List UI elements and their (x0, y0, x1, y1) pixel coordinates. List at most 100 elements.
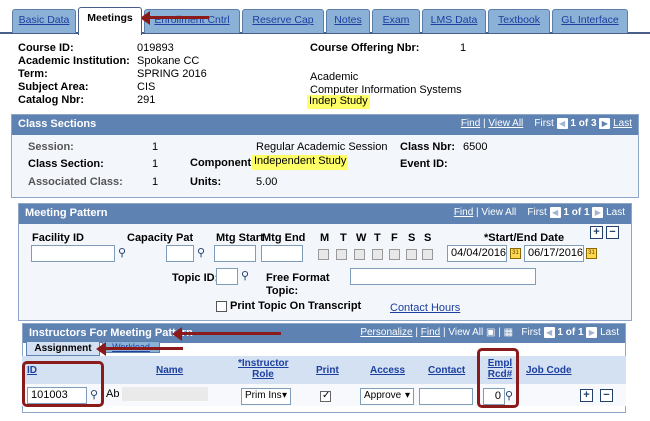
contact-hours-link[interactable]: Contact Hours (390, 302, 460, 314)
subtab-assignment[interactable]: Assignment (26, 341, 100, 356)
assoc-class-label: Associated Class: (28, 176, 123, 188)
course-id-label: Course ID: (18, 42, 74, 54)
topic-id-label: Topic ID: (172, 272, 219, 284)
prev-arrow-icon[interactable]: ◀ (549, 207, 561, 218)
day-checkbox-m[interactable] (318, 249, 329, 260)
name-redaction (122, 387, 208, 401)
col-name[interactable]: Name (156, 365, 183, 376)
col-print[interactable]: Print (316, 365, 339, 376)
day-checkbox-w[interactable] (354, 249, 365, 260)
instructors-first[interactable]: First (521, 327, 540, 338)
class-sections-range: 1 of 3 (570, 118, 597, 130)
contact-input[interactable] (419, 388, 473, 405)
next-arrow-icon[interactable]: ▶ (599, 118, 611, 129)
meeting-pattern-view-all[interactable]: View All (481, 207, 516, 218)
start-date-input[interactable]: 04/04/2016 (447, 245, 507, 262)
tab-basic-data[interactable]: Basic Data (12, 9, 76, 33)
pat-input[interactable] (166, 245, 194, 262)
class-sections-find-link[interactable]: Find (461, 118, 480, 129)
component-value: Independent Study (252, 155, 349, 170)
col-contact[interactable]: Contact (428, 365, 465, 376)
class-sections-view-all-link[interactable]: View All (488, 118, 523, 129)
subject-label: Subject Area: (18, 81, 89, 93)
pat-search-icon[interactable]: ⚲ (197, 246, 211, 260)
day-checkbox-t[interactable] (336, 249, 347, 260)
instructors-range: 1 of 1 (557, 327, 584, 339)
meeting-pattern-first[interactable]: First (527, 207, 546, 218)
free-format-topic-input[interactable] (350, 268, 536, 285)
tab-gl-interface[interactable]: GL Interface (552, 9, 628, 33)
pat-label: Pat (176, 232, 194, 244)
session-value: 1 (152, 141, 159, 153)
day-label-f: F (391, 232, 398, 244)
term-value: SPRING 2016 (137, 68, 207, 80)
tab-enrollment-cntrl[interactable]: Enrollment Cntrl (144, 9, 240, 33)
facility-search-icon[interactable]: ⚲ (118, 246, 132, 260)
annotation-box-empl-rcd (477, 348, 519, 408)
end-calendar-icon[interactable]: 31 (586, 248, 597, 259)
units-value: 5.00 (256, 176, 278, 188)
instructor-name: Ab (106, 388, 120, 400)
download-grid-icon[interactable]: ▦ (504, 327, 513, 338)
day-label-m: M (320, 232, 330, 244)
facility-id-input[interactable] (31, 245, 115, 262)
col-job-code[interactable]: Job Code (526, 365, 572, 376)
mtg-start-input[interactable] (214, 245, 256, 262)
print-checkbox[interactable] (320, 390, 331, 402)
view-grid-icon[interactable]: ▣ (486, 327, 495, 338)
topic-id-input[interactable] (216, 268, 238, 285)
day-checkbox-th[interactable] (372, 249, 383, 260)
access-select[interactable]: Approve (360, 388, 414, 405)
start-calendar-icon[interactable]: 31 (510, 248, 521, 259)
meeting-pattern-header: Meeting Pattern Find | View All First ◀ … (19, 204, 631, 224)
instructors-find-link[interactable]: Find (421, 327, 440, 338)
next-arrow-icon[interactable]: ▶ (586, 327, 598, 338)
add-row-icon[interactable]: + (590, 226, 603, 239)
tab-notes[interactable]: Notes (326, 9, 370, 33)
day-label-su: S (424, 232, 432, 244)
instructors-last[interactable]: Last (600, 327, 619, 338)
day-checkbox-su[interactable] (422, 249, 433, 260)
mtg-start-label: Mtg Start (216, 232, 264, 244)
date-label: *Start/End Date (484, 232, 565, 244)
delete-row-icon[interactable]: − (606, 226, 619, 239)
tab-reserve-cap[interactable]: Reserve Cap (242, 9, 324, 33)
day-checkbox-s[interactable] (406, 249, 417, 260)
end-date-input[interactable]: 06/17/2016 (524, 245, 584, 262)
next-arrow-icon[interactable]: ▶ (592, 207, 604, 218)
prev-arrow-icon[interactable]: ◀ (543, 327, 555, 338)
institution-value: Spokane CC (137, 55, 200, 67)
event-id-label: Event ID: (400, 158, 448, 170)
day-label-t: T (340, 232, 347, 244)
instructor-role-select[interactable]: Prim Ins (241, 388, 291, 405)
tab-exam[interactable]: Exam (372, 9, 420, 33)
tab-bar: Basic Data Meetings Enrollment Cntrl Res… (0, 0, 650, 35)
day-checkbox-f[interactable] (389, 249, 400, 260)
print-topic-checkbox[interactable] (216, 301, 227, 312)
col-instructor-role[interactable]: *Instructor Role (238, 358, 289, 380)
facility-id-label: Facility ID (32, 232, 84, 244)
prev-arrow-icon[interactable]: ◀ (556, 118, 568, 129)
annotation-arrow-instructors-line (181, 332, 281, 335)
add-instructor-icon[interactable]: + (580, 389, 593, 402)
class-sections-first[interactable]: First (534, 118, 553, 129)
meeting-pattern-find-link[interactable]: Find (454, 207, 473, 218)
day-label-s: S (408, 232, 416, 244)
delete-instructor-icon[interactable]: − (600, 389, 613, 402)
class-sections-last-link[interactable]: Last (613, 118, 632, 129)
institution-label: Academic Institution: (18, 55, 130, 67)
topic-search-icon[interactable]: ⚲ (241, 269, 255, 283)
class-sections-nav: Find | View All First ◀ 1 of 3 ▶ Last (460, 118, 632, 130)
units-label: Units: (190, 176, 222, 188)
mtg-end-input[interactable] (261, 245, 303, 262)
section-label: Class Section: (28, 158, 104, 170)
meeting-pattern-last[interactable]: Last (606, 207, 625, 218)
tab-lms-data[interactable]: LMS Data (422, 9, 486, 33)
class-sections-header: Class Sections Find | View All First ◀ 1… (12, 115, 638, 135)
meeting-pattern-title: Meeting Pattern (25, 207, 108, 219)
instructors-view-all[interactable]: View All (448, 327, 483, 338)
col-access[interactable]: Access (370, 365, 405, 376)
tab-meetings[interactable]: Meetings (78, 7, 142, 35)
tab-textbook[interactable]: Textbook (488, 9, 550, 33)
personalize-link[interactable]: Personalize (360, 327, 412, 338)
